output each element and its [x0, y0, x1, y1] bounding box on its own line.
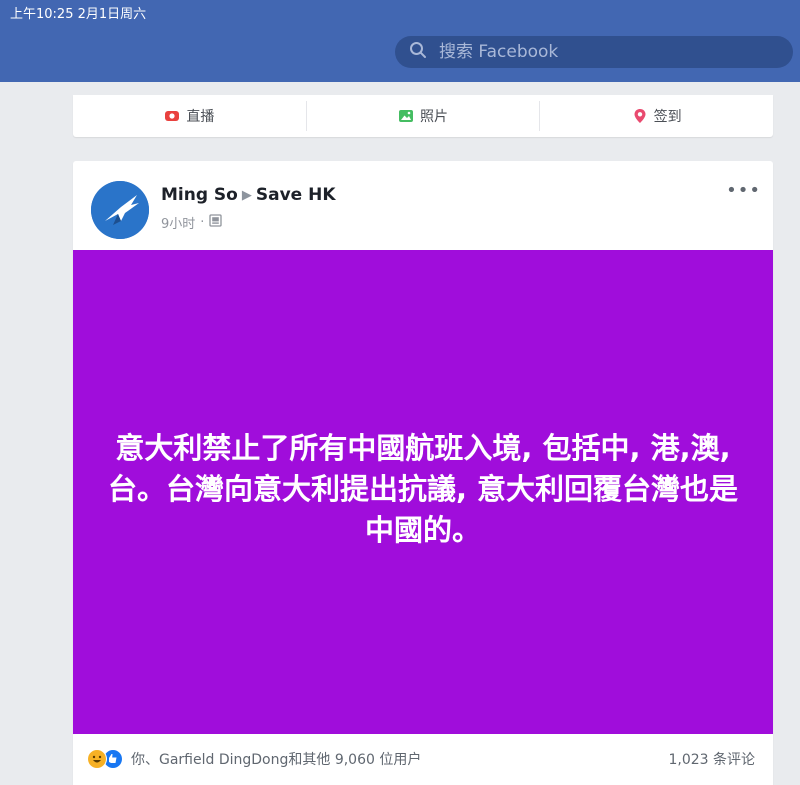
search-icon [409, 41, 427, 63]
reaction-icons [87, 749, 123, 769]
top-navigation-bar: 上午10:25 2月1日周六 [0, 0, 800, 82]
photo-icon [398, 108, 414, 124]
live-video-icon [164, 108, 180, 124]
haha-reaction-icon [87, 749, 107, 769]
post-meta: 9小时 · [161, 213, 223, 232]
composer-actions: 直播 照片 签到 [73, 95, 773, 137]
post-text-card[interactable]: 意大利禁止了所有中國航班入境, 包括中, 港,澳,台。台灣向意大利提出抗議, 意… [73, 250, 773, 734]
feed-post: Ming So ▶ Save HK 9小时 · ••• 意大利禁止了所有中國航班… [73, 161, 773, 785]
check-in-button[interactable]: 签到 [539, 101, 773, 131]
post-footer: 你、Garfield DingDong和其他 9,060 位用户 1,023 条… [73, 743, 773, 775]
live-video-label: 直播 [186, 109, 215, 125]
location-pin-icon [632, 108, 648, 124]
search-bar[interactable] [395, 36, 793, 68]
check-in-label: 签到 [653, 109, 682, 125]
comments-count[interactable]: 1,023 条评论 [668, 749, 773, 769]
shared-to-arrow-icon: ▶ [241, 187, 252, 203]
post-header: Ming So ▶ Save HK [161, 185, 336, 205]
status-bar-time: 上午10:25 2月1日周六 [10, 7, 147, 22]
reactions-summary[interactable]: 你、Garfield DingDong和其他 9,060 位用户 [73, 749, 421, 769]
globe-privacy-icon[interactable] [209, 214, 223, 231]
post-timestamp[interactable]: 9小时 [161, 213, 195, 232]
reactions-text: 你、Garfield DingDong和其他 9,060 位用户 [131, 752, 422, 768]
photo-button[interactable]: 照片 [305, 101, 540, 131]
more-options-icon[interactable]: ••• [726, 182, 761, 200]
author-name[interactable]: Ming So [161, 185, 238, 205]
search-input[interactable] [437, 41, 771, 63]
meta-separator: · [200, 215, 205, 230]
live-video-button[interactable]: 直播 [73, 101, 306, 131]
photo-label: 照片 [420, 109, 448, 125]
target-group-name[interactable]: Save HK [256, 185, 336, 205]
post-body-text: 意大利禁止了所有中國航班入境, 包括中, 港,澳,台。台灣向意大利提出抗議, 意… [107, 430, 739, 547]
author-avatar[interactable] [91, 181, 149, 239]
